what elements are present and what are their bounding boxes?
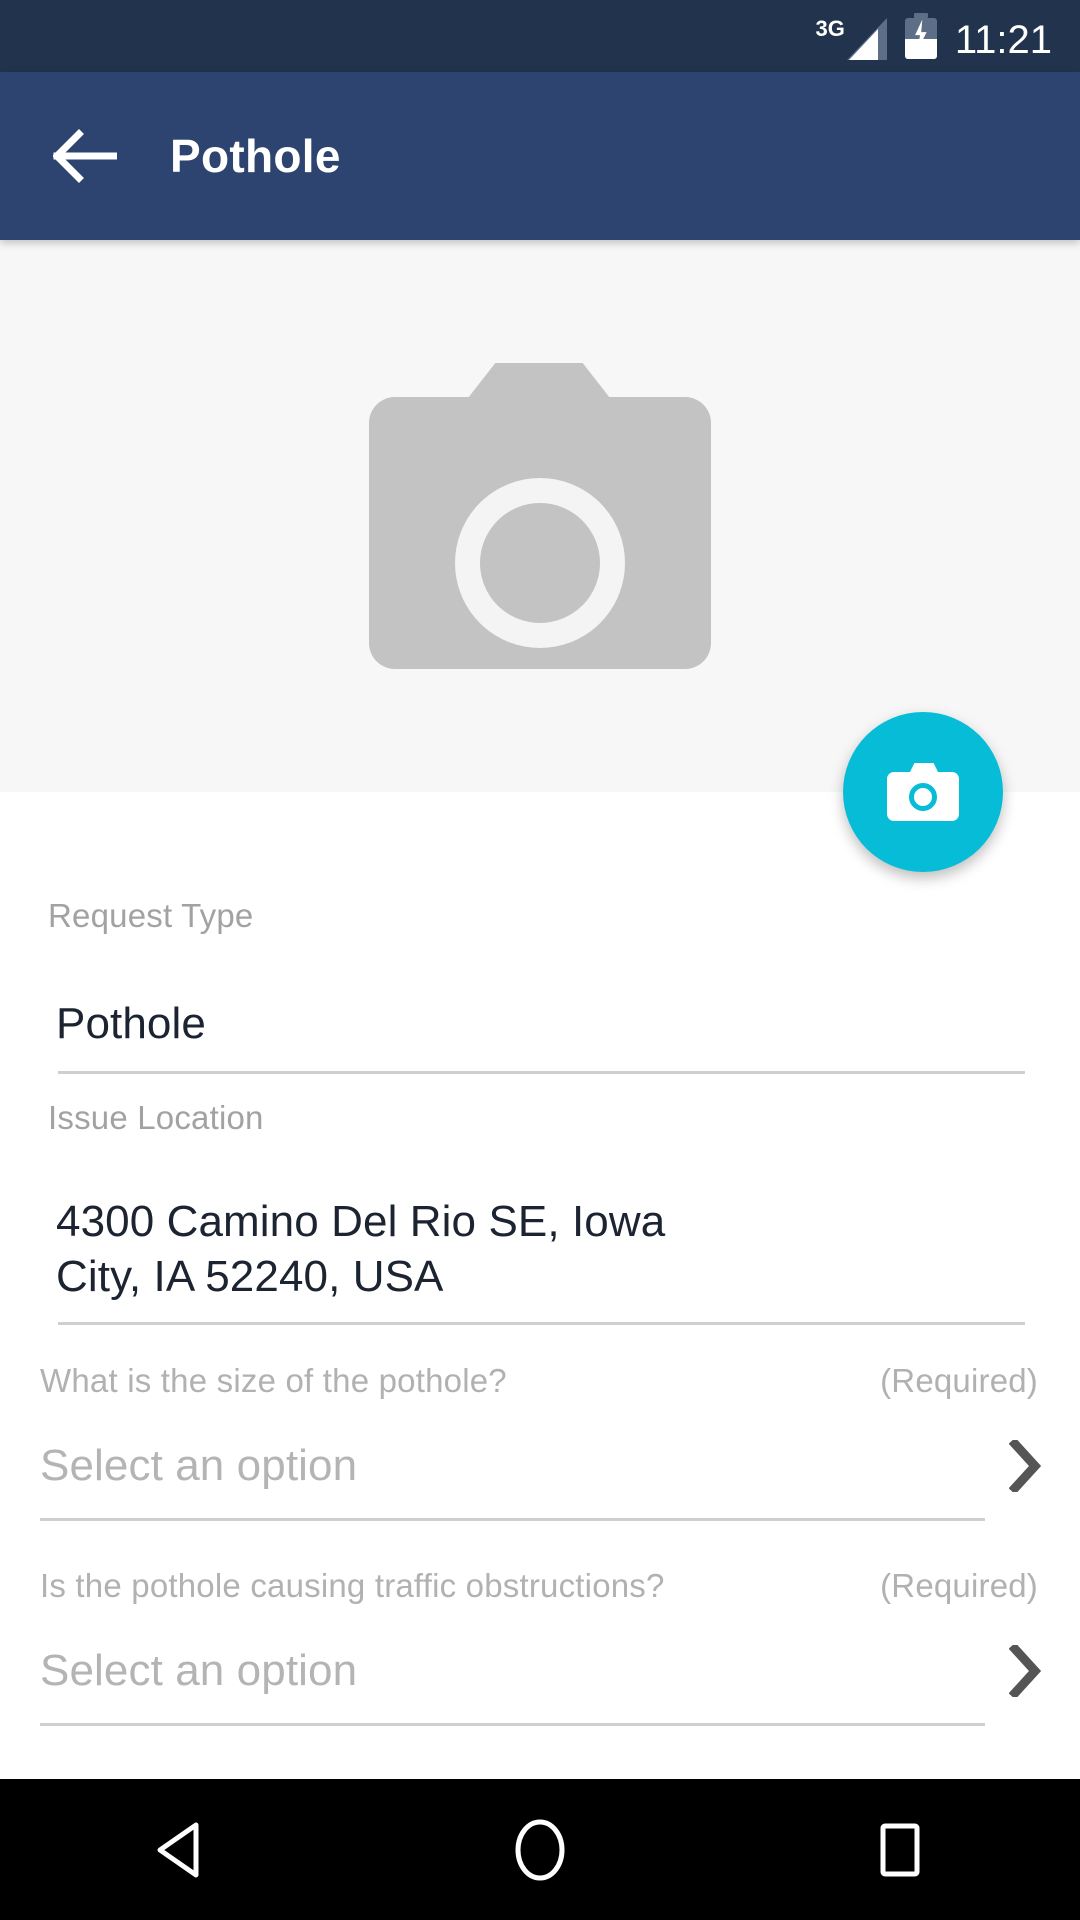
status-bar: 3G 11:21 [0, 0, 1080, 72]
select-placeholder-traffic-obstruction: Select an option [40, 1646, 358, 1695]
question-required-pothole-size: (Required) [880, 1362, 1038, 1399]
signal-bars-icon [846, 17, 887, 60]
status-bar-clock: 11:21 [954, 17, 1052, 62]
question-label-pothole-size: What is the size of the pothole? [40, 1362, 507, 1399]
question-row-pothole-size[interactable]: What is the size of the pothole? (Requir… [0, 1362, 1080, 1521]
app-bar: Pothole [0, 72, 1080, 240]
field-request-type[interactable]: Request Type Pothole [0, 896, 1080, 1074]
camera-placeholder-icon [369, 363, 711, 669]
question-header-traffic-obstruction: Is the pothole causing traffic obstructi… [0, 1567, 1080, 1605]
arrow-left-icon [53, 129, 117, 183]
android-navigation-bar [0, 1779, 1080, 1920]
photo-preview-area[interactable] [0, 240, 1080, 792]
question-label-traffic-obstruction: Is the pothole causing traffic obstructi… [40, 1567, 665, 1604]
chevron-right-icon [1004, 1438, 1046, 1494]
triangle-back-icon [157, 1822, 199, 1877]
status-bar-right: 3G 11:21 [816, 12, 1052, 62]
field-underline-issue-location [58, 1321, 1025, 1325]
report-form: Request Type Pothole Issue Location 4300… [0, 792, 1080, 1779]
square-recents-icon [880, 1823, 920, 1876]
select-underline-traffic-obstruction [40, 1723, 985, 1726]
field-value-issue-location: 4300 Camino Del Rio SE, Iowa City, IA 52… [56, 1196, 666, 1301]
question-row-traffic-obstruction[interactable]: Is the pothole causing traffic obstructi… [0, 1567, 1080, 1726]
battery-charging-icon [904, 12, 937, 59]
field-underline-request-type [58, 1070, 1025, 1074]
page-title: Pothole [170, 130, 341, 182]
select-traffic-obstruction[interactable]: Select an option [0, 1643, 1080, 1699]
network-type-label: 3G [815, 15, 845, 41]
camera-icon [887, 763, 959, 821]
field-value-request-type: Pothole [56, 998, 206, 1048]
nav-home-button[interactable] [465, 1795, 615, 1905]
question-required-traffic-obstruction: (Required) [880, 1567, 1038, 1604]
network-status-group: 3G [816, 14, 887, 60]
field-label-request-type: Request Type [48, 897, 254, 934]
circle-home-icon [515, 1819, 565, 1880]
question-header-pothole-size: What is the size of the pothole? (Requir… [0, 1362, 1080, 1400]
select-placeholder-pothole-size: Select an option [40, 1441, 358, 1490]
select-underline-pothole-size [40, 1518, 985, 1521]
app-screen: 3G 11:21 Pothole Request Type Pothole Is… [0, 0, 1080, 1920]
select-pothole-size[interactable]: Select an option [0, 1438, 1080, 1494]
camera-capture-fab[interactable] [843, 712, 1003, 872]
back-button[interactable] [30, 101, 140, 211]
field-issue-location[interactable]: Issue Location 4300 Camino Del Rio SE, I… [0, 1098, 1080, 1325]
nav-back-button[interactable] [105, 1795, 255, 1905]
nav-recents-button[interactable] [825, 1795, 975, 1905]
field-label-issue-location: Issue Location [48, 1099, 264, 1136]
chevron-right-icon [1004, 1643, 1046, 1699]
